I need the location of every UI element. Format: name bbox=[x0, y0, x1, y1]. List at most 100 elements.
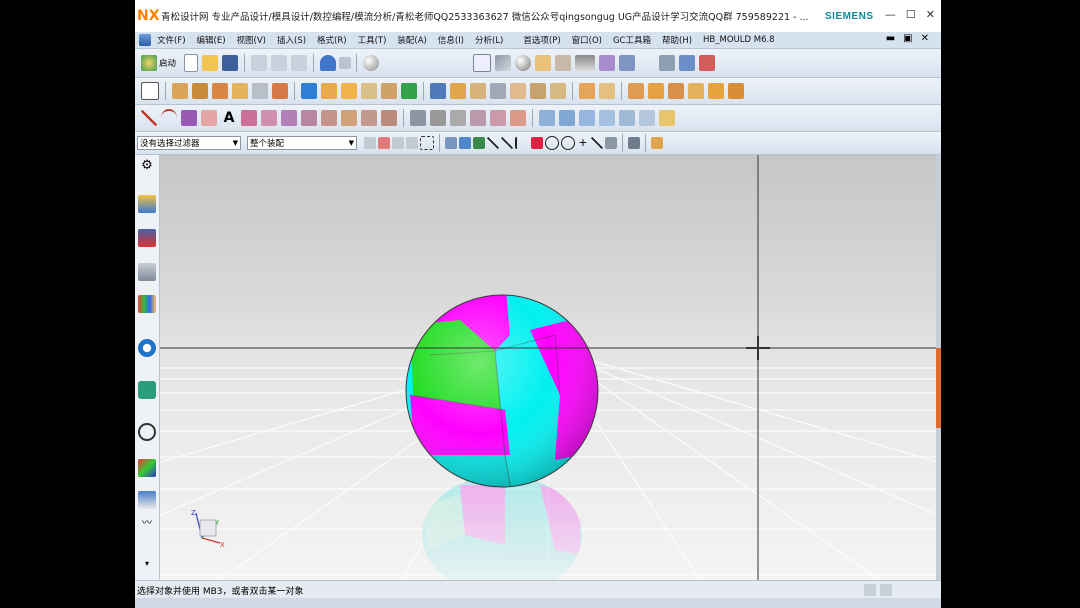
project-curve-icon[interactable] bbox=[281, 110, 297, 126]
pattern-icon[interactable] bbox=[301, 83, 317, 99]
snap-point-on-face-icon[interactable] bbox=[591, 137, 603, 149]
select-all-icon[interactable] bbox=[445, 137, 457, 149]
extract-curve-icon[interactable] bbox=[381, 110, 397, 126]
fillet-curve-icon[interactable] bbox=[470, 110, 486, 126]
background-icon[interactable] bbox=[575, 55, 596, 71]
snap-arc-center-icon[interactable] bbox=[531, 137, 543, 149]
extrude-icon[interactable] bbox=[172, 83, 188, 99]
trim-body-icon[interactable] bbox=[490, 83, 506, 99]
material-sphere-icon[interactable] bbox=[515, 55, 532, 71]
ruled-icon[interactable] bbox=[599, 110, 615, 126]
shading-icon[interactable] bbox=[495, 55, 512, 71]
patch-icon[interactable] bbox=[599, 83, 615, 99]
text-icon[interactable]: A bbox=[221, 110, 237, 126]
datum-csys-icon[interactable] bbox=[699, 55, 716, 71]
menu-preferences[interactable]: 首选项(P) bbox=[523, 34, 560, 46]
select-solid-icon[interactable] bbox=[459, 137, 471, 149]
line-icon[interactable] bbox=[141, 110, 157, 126]
minimize-button[interactable]: — bbox=[885, 8, 896, 21]
n-sided-icon[interactable] bbox=[619, 110, 635, 126]
body-color-icon[interactable] bbox=[728, 83, 744, 99]
move-face-icon[interactable] bbox=[628, 83, 644, 99]
point-icon[interactable] bbox=[181, 110, 197, 126]
select-face-icon[interactable] bbox=[406, 137, 418, 149]
doc-minimize-button[interactable]: ▬ bbox=[886, 33, 895, 44]
helix-icon[interactable] bbox=[261, 110, 277, 126]
layer-icon[interactable] bbox=[555, 55, 572, 71]
unite-icon[interactable] bbox=[401, 83, 417, 99]
assembly-navigator-icon[interactable] bbox=[138, 195, 156, 213]
type-filter-select[interactable]: 没有选择过滤器 ▼ bbox=[137, 136, 241, 150]
system-materials-icon[interactable] bbox=[138, 459, 156, 477]
spline-icon[interactable] bbox=[201, 110, 217, 126]
face-blend-icon[interactable] bbox=[659, 110, 675, 126]
curve-length-icon[interactable] bbox=[450, 110, 466, 126]
split-body-icon[interactable] bbox=[510, 83, 526, 99]
through-curves-icon[interactable] bbox=[539, 110, 555, 126]
redo-icon[interactable] bbox=[339, 57, 352, 69]
save-icon[interactable] bbox=[222, 55, 239, 71]
start-button-label[interactable]: 启动 bbox=[159, 57, 176, 69]
thicken-icon[interactable] bbox=[530, 83, 546, 99]
process-studio-icon[interactable] bbox=[138, 491, 156, 509]
graphics-window[interactable]: Z Y X bbox=[160, 155, 936, 580]
menu-insert[interactable]: 插入(S) bbox=[277, 34, 306, 46]
clock-icon[interactable] bbox=[138, 423, 156, 441]
array-icon[interactable] bbox=[341, 83, 357, 99]
gear-icon[interactable]: ⚙ bbox=[138, 157, 156, 175]
boss-icon[interactable] bbox=[272, 83, 288, 99]
fit-view-icon[interactable] bbox=[473, 54, 492, 72]
layer-settings-icon[interactable] bbox=[659, 55, 676, 71]
trim-curve-icon[interactable] bbox=[410, 110, 426, 126]
divide-curve-icon[interactable] bbox=[430, 110, 446, 126]
revolve-icon[interactable] bbox=[192, 83, 208, 99]
snap-endpoint-icon[interactable] bbox=[473, 137, 485, 149]
snap-point-on-curve-icon[interactable]: + bbox=[577, 137, 589, 149]
menu-format[interactable]: 格式(R) bbox=[317, 34, 347, 46]
section-view-icon[interactable] bbox=[599, 55, 616, 71]
part-navigator-icon[interactable] bbox=[138, 263, 156, 281]
snap-quadrant-icon[interactable] bbox=[545, 136, 559, 150]
sketch-icon[interactable] bbox=[141, 82, 159, 100]
extend-curve-icon[interactable] bbox=[510, 110, 526, 126]
block-icon[interactable] bbox=[212, 83, 228, 99]
scale-body-icon[interactable] bbox=[550, 83, 566, 99]
through-mesh-icon[interactable] bbox=[559, 110, 575, 126]
section-curve-icon[interactable] bbox=[361, 110, 377, 126]
synchronous-icon[interactable] bbox=[708, 83, 724, 99]
swept-icon[interactable] bbox=[579, 110, 595, 126]
doc-restore-button[interactable]: ▣ bbox=[903, 33, 912, 44]
right-edge-handle[interactable] bbox=[936, 348, 941, 428]
snap-midpoint-icon[interactable] bbox=[487, 137, 499, 149]
history-icon[interactable] bbox=[138, 381, 156, 399]
undo-icon[interactable] bbox=[320, 55, 337, 71]
offset-face-icon[interactable] bbox=[470, 83, 486, 99]
view-orient-icon[interactable] bbox=[535, 55, 552, 71]
edge-blend-icon[interactable] bbox=[361, 83, 377, 99]
rectangle-select-icon[interactable] bbox=[420, 136, 434, 150]
new-file-icon[interactable] bbox=[184, 54, 199, 72]
menu-edit[interactable]: 编辑(E) bbox=[197, 34, 226, 46]
cut-icon[interactable] bbox=[251, 55, 268, 71]
delete-face-icon[interactable] bbox=[668, 83, 684, 99]
menu-tools[interactable]: 工具(T) bbox=[358, 34, 387, 46]
snap-intersection-icon[interactable] bbox=[515, 137, 529, 149]
draft-icon[interactable] bbox=[450, 83, 466, 99]
wcs-icon[interactable] bbox=[619, 55, 636, 71]
chamfer-curve-icon[interactable] bbox=[490, 110, 506, 126]
select-body-icon[interactable] bbox=[392, 137, 404, 149]
roles-icon[interactable]: 〰 bbox=[138, 515, 156, 533]
scene-canvas[interactable]: Z Y X bbox=[160, 155, 936, 580]
replace-face-icon[interactable] bbox=[648, 83, 664, 99]
open-folder-icon[interactable] bbox=[202, 55, 219, 71]
menu-window[interactable]: 窗口(O) bbox=[572, 34, 602, 46]
intersect-curve-icon[interactable] bbox=[341, 110, 357, 126]
snap-pole-icon[interactable] bbox=[605, 137, 617, 149]
list-selection-icon[interactable] bbox=[628, 137, 640, 149]
bridge-curve-icon[interactable] bbox=[301, 110, 317, 126]
doc-close-button[interactable]: ✕ bbox=[921, 33, 929, 44]
menu-analysis[interactable]: 分析(L) bbox=[475, 34, 503, 46]
chamfer-icon[interactable] bbox=[381, 83, 397, 99]
snap-existing-point-icon[interactable] bbox=[561, 136, 575, 150]
menu-help[interactable]: 帮助(H) bbox=[662, 34, 692, 46]
